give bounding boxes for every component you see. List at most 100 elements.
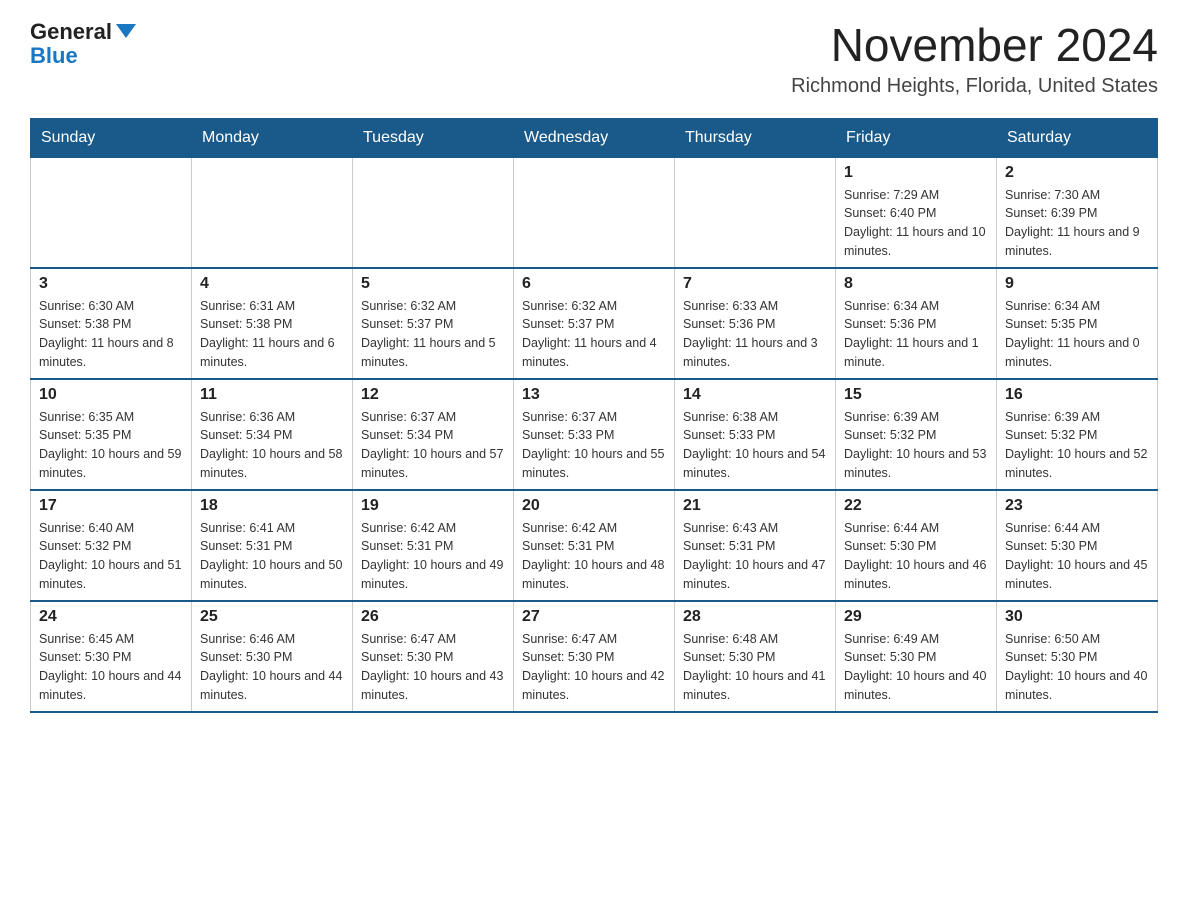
calendar-cell: 8 Sunrise: 6:34 AM Sunset: 5:36 PM Daylig…: [836, 268, 997, 379]
logo: General Blue: [30, 20, 136, 68]
calendar-cell: 5 Sunrise: 6:32 AM Sunset: 5:37 PM Daylig…: [353, 268, 514, 379]
day-number: 17: [39, 497, 183, 515]
day-info: Sunrise: 6:41 AM Sunset: 5:31 PM Dayligh…: [200, 519, 344, 594]
calendar-cell: [675, 157, 836, 268]
calendar-cell: 11Sunrise: 6:36 AM Sunset: 5:34 PM Dayli…: [192, 379, 353, 490]
day-info: Sunrise: 6:44 AM Sunset: 5:30 PM Dayligh…: [844, 519, 988, 594]
calendar-cell: 1 Sunrise: 7:29 AM Sunset: 6:40 PM Daylig…: [836, 157, 997, 268]
day-number: 15: [844, 386, 988, 404]
calendar-cell: 29 Sunrise: 6:49 AM Sunset: 5:30 PM Dayli…: [836, 601, 997, 712]
day-number: 21: [683, 497, 827, 515]
calendar-week-row: 10Sunrise: 6:35 AM Sunset: 5:35 PM Dayli…: [31, 379, 1158, 490]
day-info: Sunrise: 6:32 AM Sunset: 5:37 PM Dayligh…: [361, 297, 505, 372]
day-info: Sunrise: 6:32 AM Sunset: 5:37 PM Dayligh…: [522, 297, 666, 372]
day-number: 13: [522, 386, 666, 404]
day-number: 18: [200, 497, 344, 515]
day-number: 9: [1005, 275, 1149, 293]
day-info: Sunrise: 6:47 AM Sunset: 5:30 PM Dayligh…: [522, 630, 666, 705]
day-info: Sunrise: 6:37 AM Sunset: 5:34 PM Dayligh…: [361, 408, 505, 483]
day-number: 1: [844, 164, 988, 182]
calendar-cell: 12 Sunrise: 6:37 AM Sunset: 5:34 PM Dayli…: [353, 379, 514, 490]
day-info: Sunrise: 6:39 AM Sunset: 5:32 PM Dayligh…: [1005, 408, 1149, 483]
calendar-cell: 6Sunrise: 6:32 AM Sunset: 5:37 PM Daylig…: [514, 268, 675, 379]
calendar-cell: 14 Sunrise: 6:38 AM Sunset: 5:33 PM Dayli…: [675, 379, 836, 490]
day-info: Sunrise: 6:38 AM Sunset: 5:33 PM Dayligh…: [683, 408, 827, 483]
day-info: Sunrise: 7:30 AM Sunset: 6:39 PM Dayligh…: [1005, 186, 1149, 261]
calendar-header: SundayMondayTuesdayWednesdayThursdayFrid…: [31, 118, 1158, 157]
calendar-cell: 17Sunrise: 6:40 AM Sunset: 5:32 PM Dayli…: [31, 490, 192, 601]
page-subtitle: Richmond Heights, Florida, United States: [791, 75, 1158, 98]
day-of-week-header: Monday: [192, 118, 353, 157]
calendar-cell: 10Sunrise: 6:35 AM Sunset: 5:35 PM Dayli…: [31, 379, 192, 490]
calendar-cell: [31, 157, 192, 268]
logo-general-text: General: [30, 19, 112, 44]
calendar-body: 1 Sunrise: 7:29 AM Sunset: 6:40 PM Daylig…: [31, 157, 1158, 712]
calendar-cell: 9 Sunrise: 6:34 AM Sunset: 5:35 PM Daylig…: [997, 268, 1158, 379]
day-number: 7: [683, 275, 827, 293]
calendar-cell: [192, 157, 353, 268]
calendar-cell: 27 Sunrise: 6:47 AM Sunset: 5:30 PM Dayli…: [514, 601, 675, 712]
day-number: 28: [683, 608, 827, 626]
day-number: 20: [522, 497, 666, 515]
calendar-table: SundayMondayTuesdayWednesdayThursdayFrid…: [30, 118, 1158, 713]
calendar-cell: 25Sunrise: 6:46 AM Sunset: 5:30 PM Dayli…: [192, 601, 353, 712]
day-info: Sunrise: 6:44 AM Sunset: 5:30 PM Dayligh…: [1005, 519, 1149, 594]
calendar-cell: 21Sunrise: 6:43 AM Sunset: 5:31 PM Dayli…: [675, 490, 836, 601]
calendar-cell: 23 Sunrise: 6:44 AM Sunset: 5:30 PM Dayli…: [997, 490, 1158, 601]
day-number: 8: [844, 275, 988, 293]
calendar-week-row: 3 Sunrise: 6:30 AM Sunset: 5:38 PM Daylig…: [31, 268, 1158, 379]
calendar-cell: 16 Sunrise: 6:39 AM Sunset: 5:32 PM Dayli…: [997, 379, 1158, 490]
title-block: November 2024 Richmond Heights, Florida,…: [791, 20, 1158, 98]
day-info: Sunrise: 6:33 AM Sunset: 5:36 PM Dayligh…: [683, 297, 827, 372]
calendar-cell: 7 Sunrise: 6:33 AM Sunset: 5:36 PM Daylig…: [675, 268, 836, 379]
day-number: 16: [1005, 386, 1149, 404]
day-info: Sunrise: 6:34 AM Sunset: 5:35 PM Dayligh…: [1005, 297, 1149, 372]
day-info: Sunrise: 6:42 AM Sunset: 5:31 PM Dayligh…: [522, 519, 666, 594]
day-number: 22: [844, 497, 988, 515]
calendar-cell: 4 Sunrise: 6:31 AM Sunset: 5:38 PM Daylig…: [192, 268, 353, 379]
calendar-cell: 24Sunrise: 6:45 AM Sunset: 5:30 PM Dayli…: [31, 601, 192, 712]
day-of-week-header: Friday: [836, 118, 997, 157]
day-of-week-header: Wednesday: [514, 118, 675, 157]
calendar-cell: [514, 157, 675, 268]
calendar-week-row: 24Sunrise: 6:45 AM Sunset: 5:30 PM Dayli…: [31, 601, 1158, 712]
day-number: 26: [361, 608, 505, 626]
calendar-cell: 28Sunrise: 6:48 AM Sunset: 5:30 PM Dayli…: [675, 601, 836, 712]
day-number: 10: [39, 386, 183, 404]
day-info: Sunrise: 6:47 AM Sunset: 5:30 PM Dayligh…: [361, 630, 505, 705]
calendar-cell: 2 Sunrise: 7:30 AM Sunset: 6:39 PM Daylig…: [997, 157, 1158, 268]
day-number: 4: [200, 275, 344, 293]
day-info: Sunrise: 6:30 AM Sunset: 5:38 PM Dayligh…: [39, 297, 183, 372]
day-of-week-header: Tuesday: [353, 118, 514, 157]
calendar-cell: [353, 157, 514, 268]
day-number: 27: [522, 608, 666, 626]
day-info: Sunrise: 6:34 AM Sunset: 5:36 PM Dayligh…: [844, 297, 988, 372]
day-info: Sunrise: 7:29 AM Sunset: 6:40 PM Dayligh…: [844, 186, 988, 261]
page-header: General Blue November 2024 Richmond Heig…: [30, 20, 1158, 98]
calendar-cell: 18 Sunrise: 6:41 AM Sunset: 5:31 PM Dayli…: [192, 490, 353, 601]
calendar-cell: 3 Sunrise: 6:30 AM Sunset: 5:38 PM Daylig…: [31, 268, 192, 379]
calendar-week-row: 17Sunrise: 6:40 AM Sunset: 5:32 PM Dayli…: [31, 490, 1158, 601]
day-number: 3: [39, 275, 183, 293]
calendar-cell: 19Sunrise: 6:42 AM Sunset: 5:31 PM Dayli…: [353, 490, 514, 601]
days-of-week-row: SundayMondayTuesdayWednesdayThursdayFrid…: [31, 118, 1158, 157]
day-info: Sunrise: 6:50 AM Sunset: 5:30 PM Dayligh…: [1005, 630, 1149, 705]
calendar-cell: 15 Sunrise: 6:39 AM Sunset: 5:32 PM Dayli…: [836, 379, 997, 490]
logo-triangle-icon: [116, 24, 136, 38]
day-number: 30: [1005, 608, 1149, 626]
day-info: Sunrise: 6:39 AM Sunset: 5:32 PM Dayligh…: [844, 408, 988, 483]
day-info: Sunrise: 6:31 AM Sunset: 5:38 PM Dayligh…: [200, 297, 344, 372]
day-number: 14: [683, 386, 827, 404]
day-number: 29: [844, 608, 988, 626]
day-number: 5: [361, 275, 505, 293]
day-number: 2: [1005, 164, 1149, 182]
day-number: 23: [1005, 497, 1149, 515]
calendar-cell: 13Sunrise: 6:37 AM Sunset: 5:33 PM Dayli…: [514, 379, 675, 490]
page-title: November 2024: [791, 20, 1158, 71]
day-number: 12: [361, 386, 505, 404]
day-number: 19: [361, 497, 505, 515]
calendar-cell: 30 Sunrise: 6:50 AM Sunset: 5:30 PM Dayli…: [997, 601, 1158, 712]
day-info: Sunrise: 6:49 AM Sunset: 5:30 PM Dayligh…: [844, 630, 988, 705]
calendar-week-row: 1 Sunrise: 7:29 AM Sunset: 6:40 PM Daylig…: [31, 157, 1158, 268]
day-of-week-header: Thursday: [675, 118, 836, 157]
